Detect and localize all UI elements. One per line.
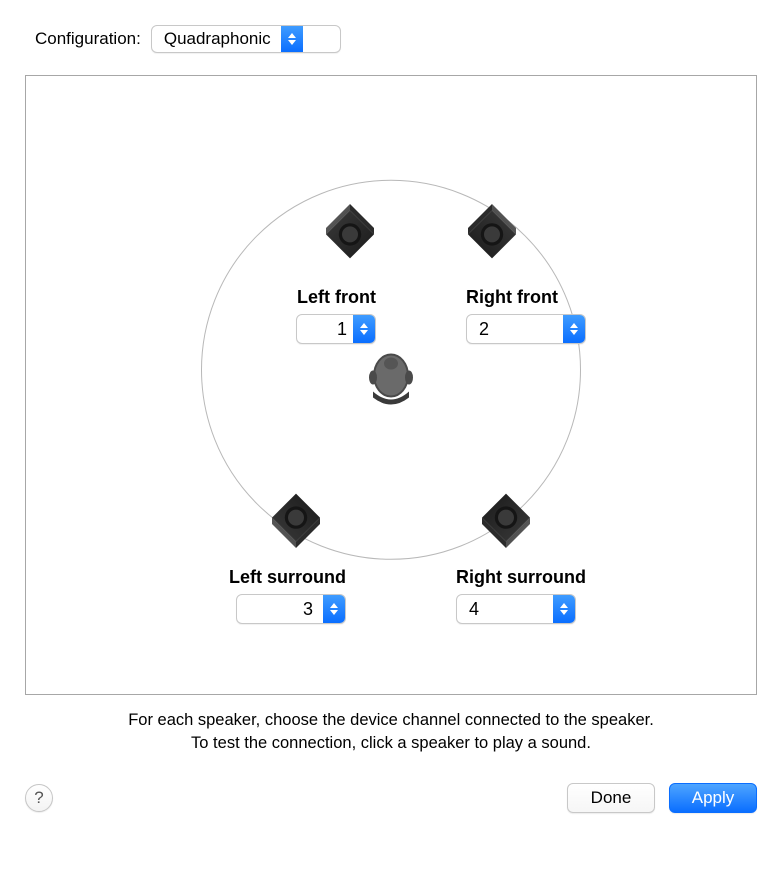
speaker-icon[interactable] [310, 196, 390, 276]
channel-select-left-surround[interactable]: 3 [236, 594, 346, 624]
speaker-icon[interactable] [256, 476, 336, 556]
channel-select-left-front[interactable]: 1 [296, 314, 376, 344]
speaker-label: Right front [466, 287, 558, 308]
updown-arrows-icon [353, 315, 375, 343]
speaker-left-surround: Left surround 3 [186, 476, 346, 624]
channel-select-right-front[interactable]: 2 [466, 314, 586, 344]
instructions-text: For each speaker, choose the device chan… [25, 709, 757, 755]
done-button[interactable]: Done [567, 783, 655, 813]
speaker-left-front: Left front 1 [216, 196, 376, 344]
speaker-label: Left front [297, 287, 376, 308]
configuration-value: Quadraphonic [152, 26, 281, 52]
help-button[interactable]: ? [25, 784, 53, 812]
help-icon: ? [34, 788, 43, 808]
listener-icon [361, 342, 421, 417]
channel-value: 1 [297, 315, 353, 343]
configuration-label: Configuration: [35, 29, 141, 49]
apply-label: Apply [692, 788, 735, 808]
speaker-right-surround: Right surround 4 [456, 476, 616, 624]
channel-value: 3 [237, 595, 323, 623]
speaker-icon[interactable] [466, 476, 546, 556]
speaker-label: Left surround [229, 567, 346, 588]
channel-value: 2 [467, 315, 563, 343]
updown-arrows-icon [563, 315, 585, 343]
updown-arrows-icon [281, 26, 303, 52]
updown-arrows-icon [323, 595, 345, 623]
speaker-label: Right surround [456, 567, 586, 588]
speaker-layout-frame: Left front 1 Right front 2 Left surround… [25, 75, 757, 695]
apply-button[interactable]: Apply [669, 783, 757, 813]
instructions-line-2: To test the connection, click a speaker … [25, 732, 757, 755]
speaker-right-front: Right front 2 [466, 196, 626, 344]
channel-value: 4 [457, 595, 553, 623]
done-label: Done [591, 788, 632, 808]
updown-arrows-icon [553, 595, 575, 623]
instructions-line-1: For each speaker, choose the device chan… [25, 709, 757, 732]
configuration-select[interactable]: Quadraphonic [151, 25, 341, 53]
speaker-icon[interactable] [452, 196, 532, 276]
channel-select-right-surround[interactable]: 4 [456, 594, 576, 624]
